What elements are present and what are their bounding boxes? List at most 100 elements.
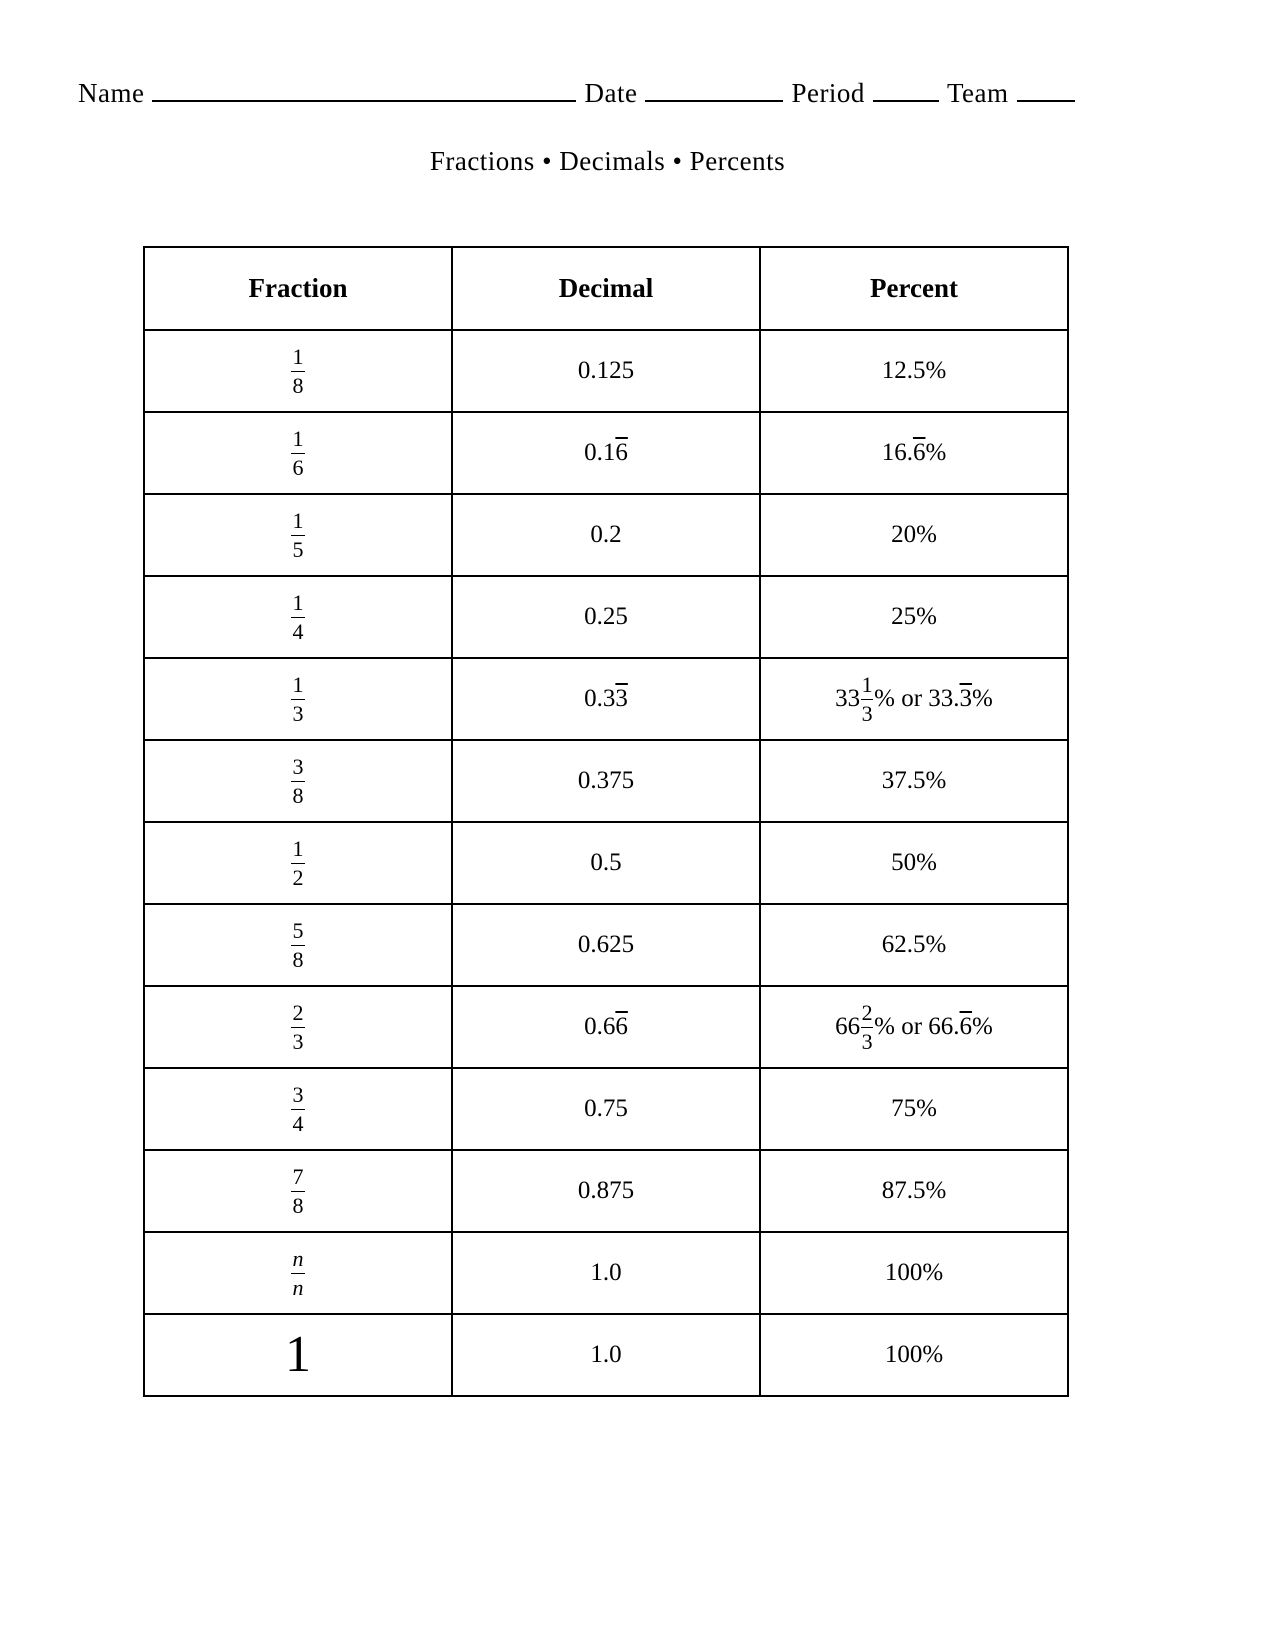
percent-sign: %: [916, 603, 937, 630]
decimal-cell: 0.125: [451, 329, 761, 413]
date-blank[interactable]: [645, 78, 784, 102]
percent-cell: 20%: [759, 493, 1069, 577]
decimal-value: 0.1: [584, 439, 616, 466]
fraction-cell: 16: [143, 411, 453, 495]
decimal-cell: 0.66: [451, 985, 761, 1069]
percent-value: 20: [891, 521, 917, 548]
fraction-cell: 1: [143, 1313, 453, 1397]
percent-cell: 87.5%: [759, 1149, 1069, 1233]
percent-value: 16.: [881, 439, 913, 466]
name-label: Name: [78, 78, 145, 108]
period-blank[interactable]: [872, 78, 939, 102]
fraction-cell: 13: [143, 657, 453, 741]
denominator: 3: [861, 700, 873, 726]
fraction: 23: [861, 1001, 874, 1054]
percent-cell: 100%: [759, 1231, 1069, 1315]
fraction: 14: [291, 589, 305, 643]
decimal-value: 0.25: [584, 603, 628, 630]
denominator: 2: [292, 864, 304, 890]
table-row: 1 4 0.25 25%: [143, 575, 1069, 659]
repeating-digit: 3: [615, 685, 628, 712]
decimal-value: 0.125: [577, 357, 635, 384]
decimal-cell: 0.875: [451, 1149, 761, 1233]
percent-value: 100: [884, 1259, 923, 1286]
column-header-percent: Percent: [759, 246, 1069, 331]
repeating-digit: 3: [959, 685, 973, 712]
fraction-cell: 18: [143, 329, 453, 413]
table-row: 5 8 0.625 62.5%: [143, 903, 1069, 987]
table-row: 7 8 0.875 87.5%: [143, 1149, 1069, 1233]
percent-sign: %: [916, 521, 937, 548]
percent-value: 12.5: [881, 357, 926, 384]
mixed-percent: 66 2 3% or 66. 6%: [835, 1001, 993, 1054]
percent-sign: %: [925, 1177, 947, 1204]
percent-sign: %: [972, 1013, 993, 1040]
fraction: 16: [291, 427, 305, 479]
decimal-cell: 0.2: [451, 493, 761, 577]
numerator: n: [292, 1245, 304, 1271]
whole-part: 66: [835, 1013, 861, 1040]
fraction-cell: 23: [143, 985, 453, 1069]
numerator: 1: [292, 671, 304, 697]
table-row: 3 4 0.75 75%: [143, 1067, 1069, 1151]
percent-sign: %: [922, 1259, 944, 1286]
percent-value: 87.5: [881, 1177, 926, 1204]
column-header-decimal: Decimal: [451, 246, 761, 331]
table-row: 1 3 0.33 33 1 3% or 33. 3%: [143, 657, 1069, 741]
conversion-table: Fraction Decimal Percent 1 8 0.125 12.5% 1 6 0…: [143, 246, 1069, 1397]
decimal-cell: 0.33: [451, 657, 761, 741]
name-blank[interactable]: [152, 78, 577, 102]
decimal-cell: 0.16: [451, 411, 761, 495]
numerator: 7: [292, 1163, 304, 1189]
percent-sign: %: [925, 357, 947, 384]
percent-value: 75: [891, 1095, 917, 1122]
percent-cell: 50%: [759, 821, 1069, 905]
fraction: nn: [291, 1245, 305, 1299]
decimal-value: 0.875: [577, 1177, 635, 1204]
percent-text: % or 33.: [874, 685, 960, 712]
decimal-cell: 0.75: [451, 1067, 761, 1151]
fraction-cell: 34: [143, 1067, 453, 1151]
team-label: Team: [946, 78, 1009, 108]
percent-value: 25: [891, 603, 917, 630]
denominator: 8: [292, 782, 304, 808]
denominator: 8: [292, 372, 304, 398]
fraction: 58: [291, 919, 305, 971]
percent-sign: %: [972, 685, 993, 712]
table-row: n n 1.0 100%: [143, 1231, 1069, 1315]
numerator: 3: [292, 753, 304, 779]
decimal-value: 0.5: [590, 849, 622, 876]
decimal-cell: 1.0: [451, 1231, 761, 1315]
numerator: 1: [292, 835, 304, 861]
column-header-fraction: Fraction: [143, 246, 453, 331]
percent-cell: 37.5%: [759, 739, 1069, 823]
percent-cell: 33 1 3% or 33. 3%: [759, 657, 1069, 741]
denominator: 4: [292, 1110, 304, 1136]
page-title: Fractions • Decimals • Percents: [429, 146, 786, 176]
numerator: 1: [292, 589, 304, 615]
fraction-cell: 38: [143, 739, 453, 823]
percent-text: % or 66.: [874, 1013, 960, 1040]
fraction-cell: 12: [143, 821, 453, 905]
numerator: 1: [292, 343, 304, 369]
percent-value: 100: [884, 1341, 923, 1368]
decimal-cell: 1.0: [451, 1313, 761, 1397]
percent-value: 50: [891, 849, 917, 876]
denominator: 3: [861, 1028, 873, 1054]
fraction: 18: [291, 343, 305, 398]
percent-value: 62.5: [881, 931, 926, 958]
fraction: 15: [291, 509, 305, 561]
team-blank[interactable]: [1016, 78, 1075, 102]
fraction: 13: [861, 673, 874, 726]
decimal-value: 0.2: [590, 521, 622, 548]
percent-cell: 12.5%: [759, 329, 1069, 413]
decimal-value: 0.625: [577, 931, 635, 958]
percent-sign: %: [925, 439, 947, 466]
decimal-value: 1.0: [590, 1341, 622, 1368]
decimal-cell: 0.375: [451, 739, 761, 823]
decimal-value: 1.0: [590, 1259, 622, 1286]
fraction-cell: 58: [143, 903, 453, 987]
percent-cell: 66 2 3% or 66. 6%: [759, 985, 1069, 1069]
percent-cell: 100%: [759, 1313, 1069, 1397]
percent-sign: %: [925, 931, 947, 958]
